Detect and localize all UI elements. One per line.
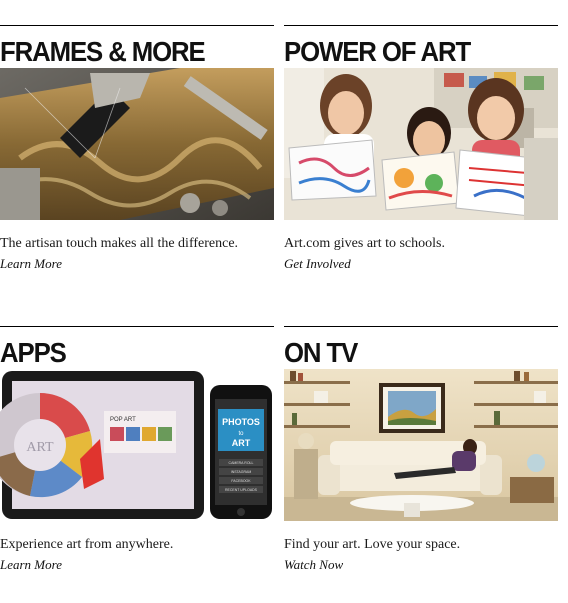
card-frames-and-more: FRAMES & MORE The artisan touch makes al…: [0, 25, 274, 273]
phone-menu-item: INSTAGRAM: [231, 470, 252, 474]
learn-more-link[interactable]: Learn More: [0, 256, 62, 272]
artisan-framing-photo[interactable]: [0, 68, 274, 220]
phone-menu-item: CAMERA ROLL: [229, 461, 254, 465]
card-on-tv: ON TV Find your art. Love your space. Wa…: [284, 326, 558, 574]
card-title: ON TV: [284, 337, 358, 368]
phone-logo-mid: to: [238, 431, 244, 437]
tablet-panel-text: POP ART: [110, 417, 136, 423]
phone-logo-top: PHOTOS: [222, 417, 260, 427]
card-description: Art.com gives art to schools.: [284, 236, 445, 251]
card-title: APPS: [0, 337, 67, 368]
living-room-tv-ad-photo[interactable]: [284, 369, 558, 521]
divider: [0, 326, 274, 327]
phone-menu-item: RECENT UPLOADS: [225, 488, 258, 492]
card-title: FRAMES & MORE: [0, 36, 206, 67]
divider: [0, 25, 274, 26]
phone-logo-bottom: ART: [232, 438, 251, 448]
tablet-phone-apps-photo[interactable]: ART POP ART PHOTOS to ART CAMERA ROLL IN…: [0, 369, 274, 521]
learn-more-link[interactable]: Learn More: [0, 557, 62, 573]
card-power-of-art: POWER OF ART Art.com gives art to school…: [284, 25, 558, 273]
card-description: Find your art. Love your space.: [284, 537, 461, 552]
get-involved-link[interactable]: Get Involved: [284, 256, 351, 272]
divider: [284, 326, 558, 327]
school-children-art-photo[interactable]: [284, 68, 558, 220]
watch-now-link[interactable]: Watch Now: [284, 557, 343, 573]
card-description: The artisan touch makes all the differen…: [0, 236, 239, 251]
divider: [284, 25, 558, 26]
tablet-wheel-text: ART: [26, 440, 54, 455]
card-apps: APPS ART POP ART PHOTOS to ART CAMERA RO…: [0, 326, 274, 574]
card-description: Experience art from anywhere.: [0, 537, 174, 552]
card-title: POWER OF ART: [284, 36, 471, 67]
phone-menu-item: FACEBOOK: [231, 479, 251, 483]
